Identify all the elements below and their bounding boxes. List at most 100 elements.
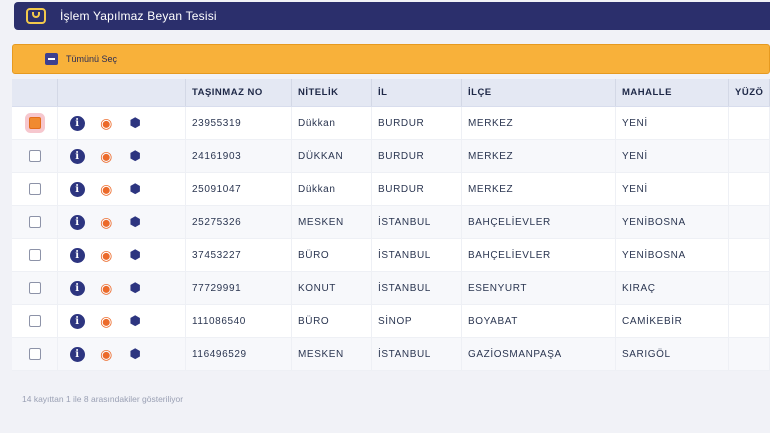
cube-icon[interactable]: ⬢ (128, 280, 143, 296)
cell-ilce: MERKEZ (462, 107, 616, 139)
row-select-cell (12, 206, 58, 238)
header-ilce[interactable]: İLÇE (462, 79, 616, 106)
row-checkbox[interactable] (28, 117, 41, 129)
header-tasinmaz-no[interactable]: TAŞINMAZ NO (186, 79, 292, 106)
cell-ilce: BAHÇELİEVLER (462, 206, 616, 238)
table-row[interactable]: i ◉ ⬢ 37453227 BÜRO İSTANBUL BAHÇELİEVLER YENİB… (12, 239, 770, 272)
cell-yuzolcum (729, 305, 770, 337)
info-icon[interactable]: i (70, 115, 85, 131)
row-checkbox[interactable] (28, 249, 41, 261)
table-row[interactable]: i ◉ ⬢ 25091047 Dükkan BURDUR MERKEZ YENİ (12, 173, 770, 206)
row-actions: i ◉ ⬢ (58, 239, 186, 271)
cell-nitelik: MESKEN (292, 338, 372, 370)
cell-ilce: GAZİOSMANPAŞA (462, 338, 616, 370)
row-select-cell (12, 272, 58, 304)
cell-nitelik: Dükkan (292, 173, 372, 205)
cell-il: BURDUR (372, 140, 462, 172)
cube-icon[interactable]: ⬢ (128, 148, 143, 164)
cube-icon[interactable]: ⬢ (128, 247, 143, 263)
cube-icon[interactable]: ⬢ (128, 214, 143, 230)
row-checkbox[interactable] (28, 150, 41, 162)
row-select-cell (12, 305, 58, 337)
info-icon[interactable]: i (70, 280, 85, 296)
row-checkbox[interactable] (28, 183, 41, 195)
cell-il: BURDUR (372, 107, 462, 139)
location-pin-icon[interactable]: ◉ (99, 280, 114, 296)
cube-icon[interactable]: ⬢ (128, 346, 143, 362)
cell-yuzolcum (729, 338, 770, 370)
table-row[interactable]: i ◉ ⬢ 111086540 BÜRO SİNOP BOYABAT CAMİKEBİR (12, 305, 770, 338)
table-row[interactable]: i ◉ ⬢ 116496529 MESKEN İSTANBUL GAZİOSMANPAŞA S… (12, 338, 770, 371)
row-checkbox[interactable] (28, 348, 41, 360)
property-table: TAŞINMAZ NO NİTELİK İL İLÇE MAHALLE YÜZÖ… (12, 79, 770, 371)
cube-icon[interactable]: ⬢ (128, 313, 143, 329)
location-pin-icon[interactable]: ◉ (99, 247, 114, 263)
header-yuzolcum[interactable]: YÜZÖ (729, 79, 770, 106)
info-icon[interactable]: i (70, 148, 85, 164)
cell-il: BURDUR (372, 173, 462, 205)
table-row[interactable]: i ◉ ⬢ 23955319 Dükkan BURDUR MERKEZ YENİ (12, 107, 770, 140)
cell-tasinmaz-no: 25091047 (186, 173, 292, 205)
table-row[interactable]: i ◉ ⬢ 77729991 KONUT İSTANBUL ESENYURT KIRAÇ (12, 272, 770, 305)
info-icon[interactable]: i (70, 313, 85, 329)
cube-icon[interactable]: ⬢ (128, 115, 143, 131)
location-pin-icon[interactable]: ◉ (99, 313, 114, 329)
info-icon[interactable]: i (70, 247, 85, 263)
toolbar: Tümünü Seç (12, 44, 770, 74)
cell-ilce: MERKEZ (462, 173, 616, 205)
row-checkbox[interactable] (28, 282, 41, 294)
cell-tasinmaz-no: 116496529 (186, 338, 292, 370)
info-icon[interactable]: i (70, 214, 85, 230)
row-actions: i ◉ ⬢ (58, 173, 186, 205)
location-pin-icon[interactable]: ◉ (99, 181, 114, 197)
info-icon[interactable]: i (70, 181, 85, 197)
cell-il: SİNOP (372, 305, 462, 337)
cell-mahalle: SARIGÖL (616, 338, 729, 370)
cell-nitelik: BÜRO (292, 305, 372, 337)
cell-ilce: ESENYURT (462, 272, 616, 304)
cell-mahalle: CAMİKEBİR (616, 305, 729, 337)
cell-yuzolcum (729, 272, 770, 304)
cell-yuzolcum (729, 173, 770, 205)
header-actions-col (58, 79, 186, 106)
table-row[interactable]: i ◉ ⬢ 24161903 DÜKKAN BURDUR MERKEZ YENİ (12, 140, 770, 173)
table-header: TAŞINMAZ NO NİTELİK İL İLÇE MAHALLE YÜZÖ (12, 79, 770, 107)
select-all-label: Tümünü Seç (66, 54, 118, 64)
table-row[interactable]: i ◉ ⬢ 25275326 MESKEN İSTANBUL BAHÇELİEVLER YEN… (12, 206, 770, 239)
cell-yuzolcum (729, 206, 770, 238)
cell-mahalle: YENİ (616, 173, 729, 205)
cell-mahalle: YENİ (616, 107, 729, 139)
header-nitelik[interactable]: NİTELİK (292, 79, 372, 106)
row-actions: i ◉ ⬢ (58, 107, 186, 139)
header-mahalle[interactable]: MAHALLE (616, 79, 729, 106)
cell-ilce: BOYABAT (462, 305, 616, 337)
cell-nitelik: MESKEN (292, 206, 372, 238)
info-icon[interactable]: i (70, 346, 85, 362)
cell-tasinmaz-no: 23955319 (186, 107, 292, 139)
row-select-cell (12, 239, 58, 271)
location-pin-icon[interactable]: ◉ (99, 346, 114, 362)
cell-tasinmaz-no: 24161903 (186, 140, 292, 172)
row-select-cell (12, 173, 58, 205)
select-all-button[interactable]: Tümünü Seç (45, 53, 117, 65)
cell-nitelik: BÜRO (292, 239, 372, 271)
row-select-cell (12, 107, 58, 139)
cell-tasinmaz-no: 25275326 (186, 206, 292, 238)
cell-nitelik: Dükkan (292, 107, 372, 139)
location-pin-icon[interactable]: ◉ (99, 148, 114, 164)
cell-ilce: BAHÇELİEVLER (462, 239, 616, 271)
cell-tasinmaz-no: 77729991 (186, 272, 292, 304)
row-checkbox[interactable] (28, 315, 41, 327)
cell-il: İSTANBUL (372, 239, 462, 271)
cell-mahalle: YENİBOSNA (616, 239, 729, 271)
chat-box-icon (26, 8, 46, 24)
cell-tasinmaz-no: 111086540 (186, 305, 292, 337)
cell-mahalle: KIRAÇ (616, 272, 729, 304)
location-pin-icon[interactable]: ◉ (99, 115, 114, 131)
cell-mahalle: YENİ (616, 140, 729, 172)
header-il[interactable]: İL (372, 79, 462, 106)
row-checkbox[interactable] (28, 216, 41, 228)
location-pin-icon[interactable]: ◉ (99, 214, 114, 230)
cell-il: İSTANBUL (372, 206, 462, 238)
cube-icon[interactable]: ⬢ (128, 181, 143, 197)
